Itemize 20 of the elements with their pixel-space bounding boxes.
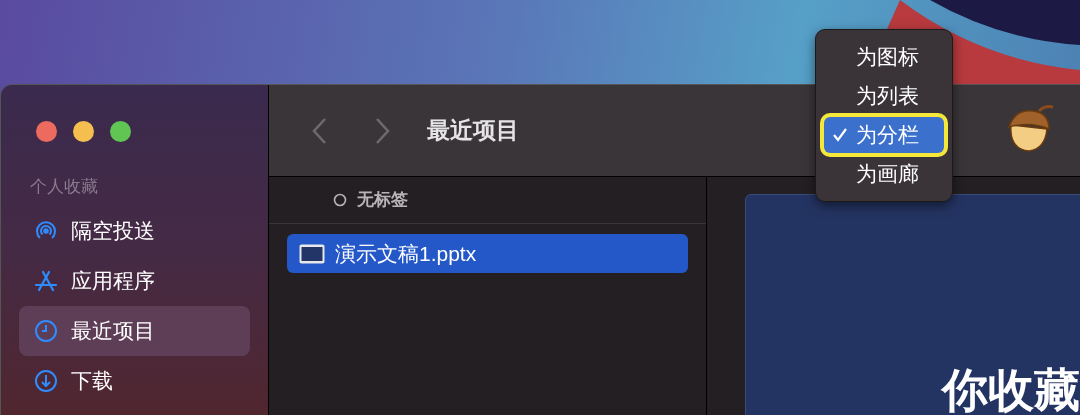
checkmark-icon: [832, 127, 848, 143]
download-icon: [33, 367, 59, 394]
close-button[interactable]: [36, 121, 57, 142]
menu-item[interactable]: 为列表: [824, 78, 944, 114]
tag-header: 无标签: [357, 189, 408, 212]
sidebar-item[interactable]: 应用程序: [19, 255, 250, 306]
sidebar-section-title: 个人收藏: [29, 176, 99, 198]
menu-item[interactable]: 为画廊: [824, 156, 944, 192]
window-title: 最近项目: [427, 116, 519, 146]
file-row[interactable]: 演示文稿1.pptx: [287, 234, 688, 273]
minimize-button[interactable]: [73, 121, 94, 142]
menu-item[interactable]: 为图标: [824, 39, 944, 75]
zoom-button[interactable]: [110, 121, 131, 142]
sidebar-item[interactable]: 隔空投送: [19, 205, 250, 256]
sidebar-item[interactable]: 最近项目: [19, 305, 250, 356]
clock-icon: [33, 317, 59, 344]
presentation-file-icon: [299, 243, 325, 264]
tag-circle-icon: [333, 193, 347, 207]
slide-text: 你收藏: [942, 363, 1080, 415]
sidebar-item[interactable]: 下载: [19, 355, 250, 406]
